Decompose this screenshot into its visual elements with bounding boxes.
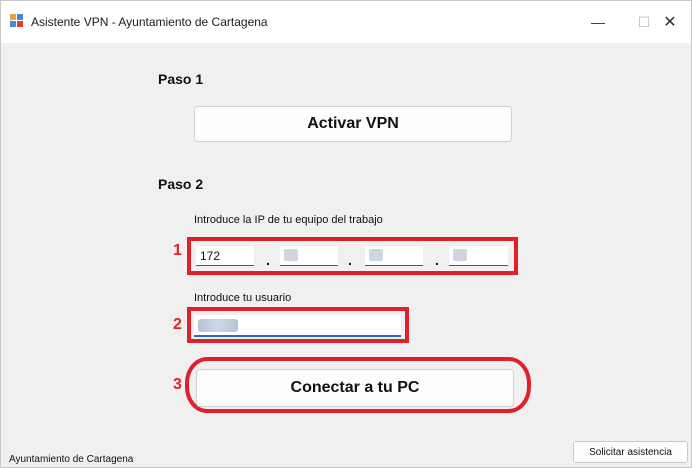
ip-octet-1-field[interactable]: 172: [196, 246, 254, 266]
redacted-value: [453, 249, 467, 261]
ip-octet-2-field[interactable]: [280, 246, 338, 266]
redacted-value: [198, 319, 238, 332]
connect-pc-button[interactable]: Conectar a tu PC: [196, 369, 514, 407]
ip-separator: .: [348, 252, 352, 268]
activate-vpn-button[interactable]: Activar VPN: [194, 106, 512, 142]
step2-label: Paso 2: [158, 176, 204, 192]
window-title: Asistente VPN - Ayuntamiento de Cartagen…: [31, 15, 268, 29]
ip-octet-1-value: 172: [200, 249, 221, 263]
app-icon: [10, 14, 23, 27]
ip-separator: .: [266, 252, 270, 268]
minimize-button[interactable]: —: [575, 1, 621, 43]
close-icon: ✕: [663, 14, 677, 31]
annotation-number-3: 3: [173, 376, 182, 393]
ip-label: Introduce la IP de tu equipo del trabajo: [194, 214, 383, 226]
annotation-number-2: 2: [173, 316, 182, 333]
close-button[interactable]: ✕: [647, 1, 692, 43]
redacted-value: [284, 249, 298, 261]
username-input[interactable]: [194, 315, 401, 337]
title-bar: Asistente VPN - Ayuntamiento de Cartagen…: [1, 1, 691, 43]
step1-label: Paso 1: [158, 71, 204, 87]
minimize-icon: —: [591, 14, 605, 30]
ip-octet-3-field[interactable]: [365, 246, 423, 266]
footer-organization: Ayuntamiento de Cartagena: [9, 454, 134, 465]
ip-octet-4-field[interactable]: [449, 246, 508, 266]
redacted-value: [369, 249, 383, 261]
vpn-assistant-window: Asistente VPN - Ayuntamiento de Cartagen…: [0, 0, 692, 468]
annotation-number-1: 1: [173, 242, 182, 259]
ip-separator: .: [435, 252, 439, 268]
request-assistance-button[interactable]: Solicitar asistencia: [573, 441, 688, 463]
user-label: Introduce tu usuario: [194, 292, 292, 304]
